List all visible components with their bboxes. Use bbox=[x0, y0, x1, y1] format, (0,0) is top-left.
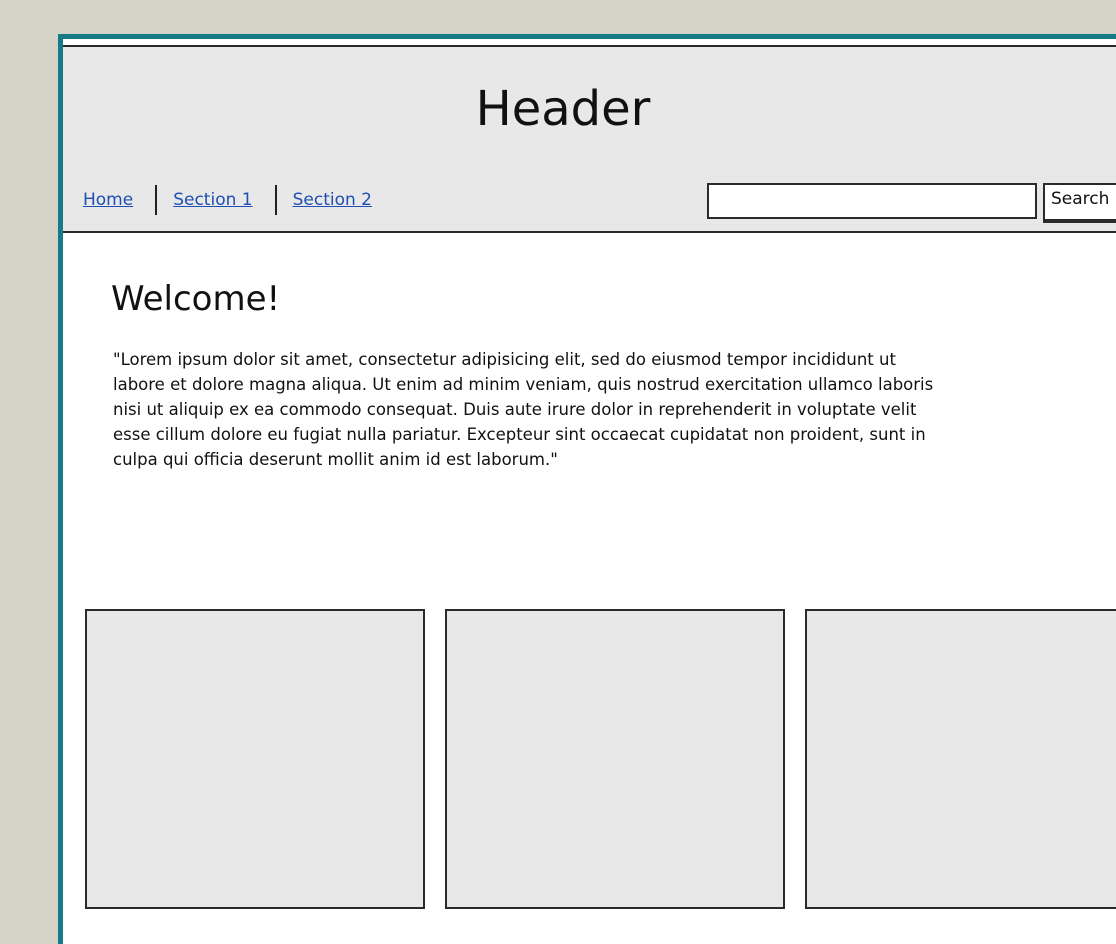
nav-link-section-1[interactable]: Section 1 bbox=[173, 190, 252, 210]
nav-link-section-2[interactable]: Section 2 bbox=[293, 190, 372, 210]
paragraph-line: nisi ut aliquip ex ea commodo consequat.… bbox=[113, 400, 917, 419]
page-title: Welcome! bbox=[111, 279, 281, 319]
nav-link-home[interactable]: Home bbox=[83, 190, 133, 210]
paragraph-line: labore et dolore magna aliqua. Ut enim a… bbox=[113, 375, 934, 394]
paragraph-line: "Lorem ipsum dolor sit amet, consectetur… bbox=[113, 350, 896, 369]
welcome-paragraph: "Lorem ipsum dolor sit amet, consectetur… bbox=[113, 347, 1116, 472]
nav-separator bbox=[155, 185, 158, 215]
content-box-1 bbox=[85, 609, 425, 909]
content-box-3 bbox=[805, 609, 1116, 909]
content-box-2 bbox=[445, 609, 785, 909]
search-button[interactable]: Search bbox=[1043, 183, 1116, 223]
page-header: Header Home Section 1 Section 2 Search bbox=[63, 45, 1116, 233]
nav-separator bbox=[274, 185, 277, 215]
header-title: Header bbox=[475, 81, 651, 137]
nav-bar: Home Section 1 Section 2 bbox=[83, 185, 372, 215]
wireframe-page: Header Home Section 1 Section 2 Search W… bbox=[58, 34, 1116, 944]
paragraph-line: culpa qui officia deserunt mollit anim i… bbox=[113, 450, 558, 469]
search-input[interactable] bbox=[707, 183, 1037, 219]
paragraph-line: esse cillum dolore eu fugiat nulla paria… bbox=[113, 425, 926, 444]
